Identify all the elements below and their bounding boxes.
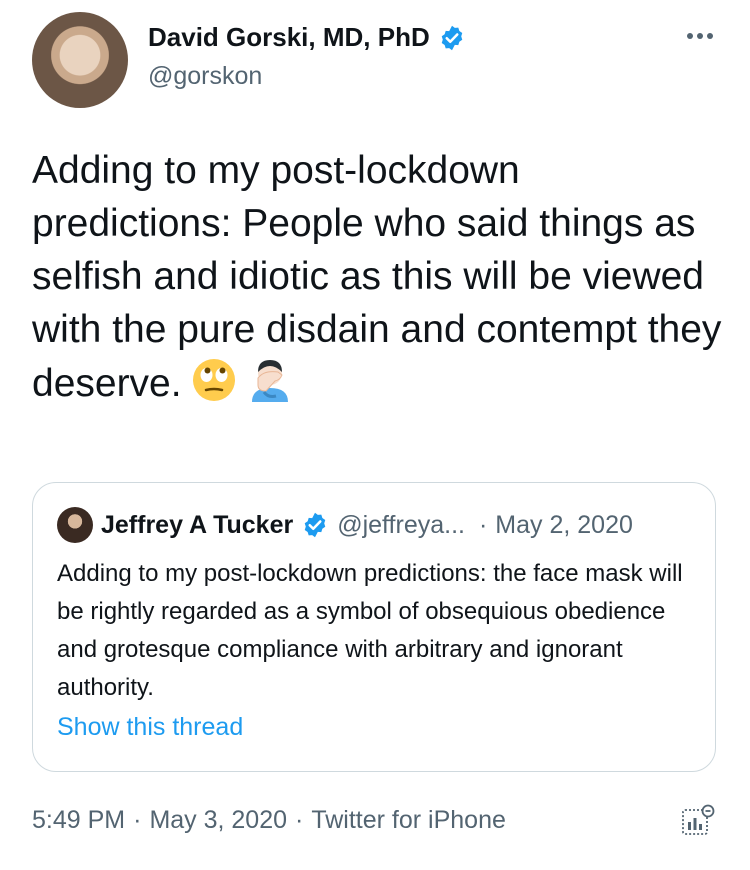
quoted-author-avatar — [57, 507, 93, 543]
quoted-tweet-header: Jeffrey A Tucker @jeffreya... · May 2, 2… — [57, 507, 633, 543]
quoted-separator: · — [478, 510, 488, 539]
author-handle[interactable]: @gorskon — [148, 62, 262, 91]
tweet-text-content: Adding to my post-lockdown predictions: … — [32, 149, 733, 405]
verified-badge-icon — [304, 512, 326, 538]
meta-separator: · — [295, 806, 304, 834]
meta-separator: · — [133, 806, 142, 834]
person-facepalming-icon — [251, 360, 288, 402]
author-name[interactable]: David Gorski, MD, PhD — [148, 22, 430, 53]
author-name-row: David Gorski, MD, PhD — [148, 22, 466, 53]
tweet-date[interactable]: May 3, 2020 — [149, 806, 287, 834]
face-with-rolling-eyes-icon — [192, 359, 235, 401]
tweet-text: Adding to my post-lockdown predictions: … — [32, 144, 722, 410]
verified-badge-icon — [441, 25, 463, 50]
tweet-time[interactable]: 5:49 PM — [32, 806, 125, 834]
show-thread-link[interactable]: Show this thread — [57, 713, 243, 742]
quoted-author-name: Jeffrey A Tucker — [101, 510, 294, 539]
quoted-tweet[interactable]: Jeffrey A Tucker @jeffreya... · May 2, 2… — [32, 482, 716, 772]
author-avatar[interactable] — [32, 12, 128, 108]
quoted-author-handle: @jeffreya... — [337, 510, 465, 539]
quoted-date: May 2, 2020 — [495, 510, 633, 539]
more-options-icon[interactable] — [680, 22, 720, 50]
analytics-icon[interactable] — [680, 802, 716, 838]
tweet: David Gorski, MD, PhD @gorskon Adding to… — [0, 0, 750, 870]
quoted-tweet-text: Adding to my post-lockdown predictions: … — [57, 560, 683, 701]
tweet-source[interactable]: Twitter for iPhone — [311, 806, 506, 834]
tweet-meta: 5:49 PM · May 3, 2020 · Twitter for iPhone — [32, 806, 514, 835]
